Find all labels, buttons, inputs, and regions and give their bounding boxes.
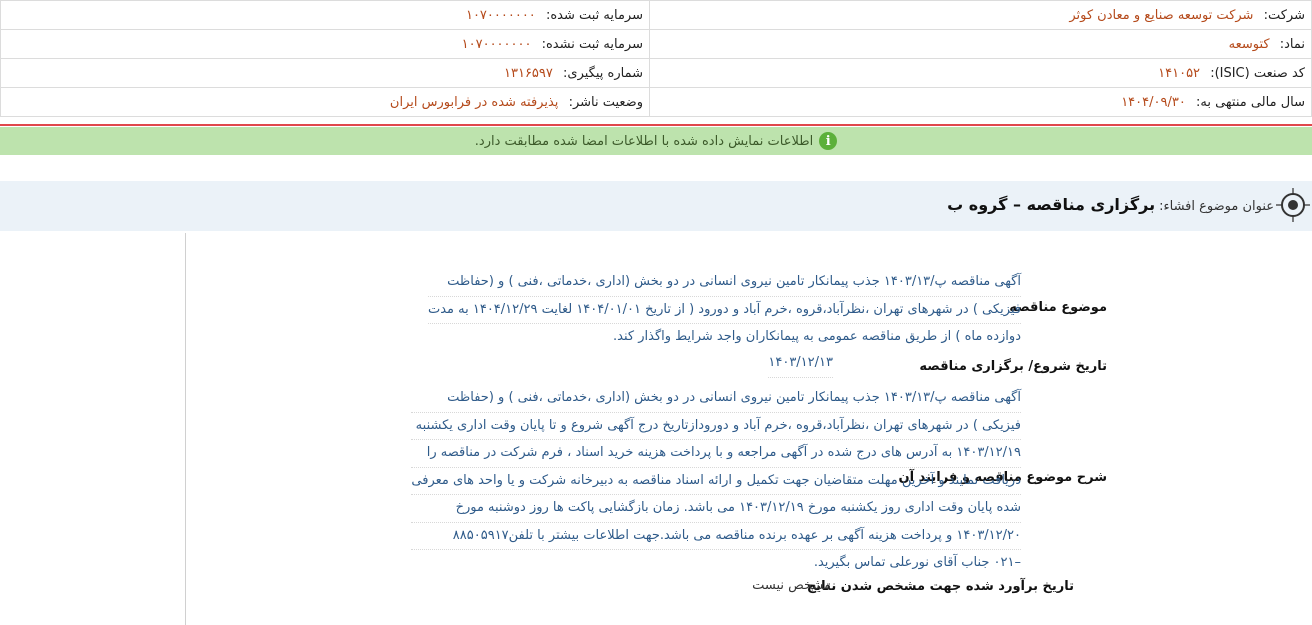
info-row-1: شرکت: شرکت توسعه صنایع و معادن کوثر سرما…: [0, 0, 1312, 30]
description-line: ۱۴۰۳/۱۲/۱۹ به آدرس های درج شده در آگهی م…: [411, 440, 1021, 468]
fiscal-year-cell: سال مالی منتهی به: ۱۴۰۴/۰۹/۳۰: [649, 87, 1312, 117]
estimated-date-value: مشخص نیست: [752, 578, 831, 593]
description-line: فیزیکی ) در شهرهای تهران ،نظرآباد،قروه ،…: [411, 413, 1021, 440]
isic-label: کد صنعت (ISIC):: [1210, 65, 1305, 81]
start-date-label: تاریخ شروع/ برگزاری مناقصه: [919, 359, 1107, 374]
company-info-table: شرکت: شرکت توسعه صنایع و معادن کوثر سرما…: [0, 0, 1312, 117]
capital-registered-cell: سرمایه ثبت شده: ۱۰۷۰۰۰۰۰۰۰: [0, 0, 650, 30]
tender-subject-value: آگهی مناقصه پ/۱۴۰۳/۱۳ جذب پیمانکار تامین…: [427, 269, 1021, 351]
tender-subject-line: دوازده ماه ) از طریق مناقصه عمومی به پیم…: [613, 329, 1021, 344]
info-icon: i: [819, 132, 838, 150]
info-row-3: کد صنعت (ISIC): ۱۴۱۰۵۲ شماره پیگیری: ۱۳۱…: [0, 58, 1312, 88]
tender-details: موضوع مناقصه آگهی مناقصه پ/۱۴۰۳/۱۳ جذب پ…: [185, 233, 1311, 625]
fiscal-year-value: ۱۴۰۴/۰۹/۳۰: [1121, 94, 1186, 110]
description-line: شده پایان وقت اداری روز یکشنبه مورخ ۱۴۰۳…: [411, 495, 1021, 523]
company-value: شرکت توسعه صنایع و معادن کوثر: [1069, 7, 1254, 23]
start-date-text: ۱۴۰۳/۱۲/۱۳: [768, 350, 833, 378]
divider-line: [0, 124, 1312, 126]
description-line: ۱۴۰۳/۱۲/۲۰ و پرداخت هزینه آگهی بر عهده ب…: [411, 523, 1021, 550]
tender-subject-line: آگهی مناقصه پ/۱۴۰۳/۱۳ جذب پیمانکار تامین…: [427, 269, 1021, 297]
publisher-status-value: پذیرفته شده در فرابورس ایران: [389, 94, 559, 110]
target-icon: [1276, 188, 1310, 222]
capital-unregistered-label: سرمایه ثبت نشده:: [541, 36, 643, 52]
company-cell: شرکت: شرکت توسعه صنایع و معادن کوثر: [649, 0, 1312, 30]
symbol-cell: نماد: کتوسعه: [649, 29, 1312, 59]
tracking-label: شماره پیگیری:: [563, 65, 643, 81]
subject-title: برگزاری مناقصه – گروه ب: [947, 195, 1156, 214]
verification-notice: i اطلاعات نمایش داده شده با اطلاعات امضا…: [0, 127, 1312, 155]
company-label: شرکت:: [1263, 7, 1305, 23]
estimated-date-label: تاریخ برآورد شده جهت مشخص شدن نتایج: [806, 579, 1074, 594]
start-date-value: ۱۴۰۳/۱۲/۱۳: [768, 350, 833, 378]
description-line: آگهی مناقصه پ/۱۴۰۳/۱۳ جذب پیمانکار تامین…: [411, 385, 1021, 413]
capital-registered-value: ۱۰۷۰۰۰۰۰۰۰: [465, 7, 536, 23]
publisher-status-cell: وضعیت ناشر: پذیرفته شده در فرابورس ایران: [0, 87, 650, 117]
tender-subject-label: موضوع مناقصه: [1009, 300, 1107, 315]
tracking-cell: شماره پیگیری: ۱۳۱۶۵۹۷: [0, 58, 650, 88]
tracking-value: ۱۳۱۶۵۹۷: [504, 65, 553, 81]
capital-unregistered-value: ۱۰۷۰۰۰۰۰۰۰: [461, 36, 532, 52]
fiscal-year-label: سال مالی منتهی به:: [1195, 94, 1305, 110]
symbol-value: کتوسعه: [1228, 36, 1270, 52]
isic-value: ۱۴۱۰۵۲: [1158, 65, 1201, 81]
tender-subject-line: فیزیکی ) در شهرهای تهران ،نظرآباد،قروه ،…: [427, 297, 1021, 324]
subject-heading: عنوان موضوع افشاء: برگزاری مناقصه – گروه…: [947, 195, 1274, 214]
publisher-status-label: وضعیت ناشر:: [568, 94, 643, 110]
isic-cell: کد صنعت (ISIC): ۱۴۱۰۵۲: [649, 58, 1312, 88]
info-row-4: سال مالی منتهی به: ۱۴۰۴/۰۹/۳۰ وضعیت ناشر…: [0, 87, 1312, 117]
subject-label: عنوان موضوع افشاء:: [1159, 199, 1274, 214]
capital-unregistered-cell: سرمایه ثبت نشده: ۱۰۷۰۰۰۰۰۰۰: [0, 29, 650, 59]
info-row-2: نماد: کتوسعه سرمایه ثبت نشده: ۱۰۷۰۰۰۰۰۰۰: [0, 29, 1312, 59]
subject-bar: عنوان موضوع افشاء: برگزاری مناقصه – گروه…: [0, 181, 1312, 231]
description-line: –۰۲۱ جناب آقای نورعلی تماس بگیرید.: [813, 555, 1021, 570]
description-line: دریافت نمایند و آخرین مهلت متقاضیان جهت …: [411, 468, 1021, 495]
notice-text: اطلاعات نمایش داده شده با اطلاعات امضا ش…: [474, 133, 814, 149]
symbol-label: نماد:: [1279, 36, 1305, 52]
capital-registered-label: سرمایه ثبت شده:: [545, 7, 643, 23]
description-value: آگهی مناقصه پ/۱۴۰۳/۱۳ جذب پیمانکار تامین…: [411, 385, 1021, 577]
